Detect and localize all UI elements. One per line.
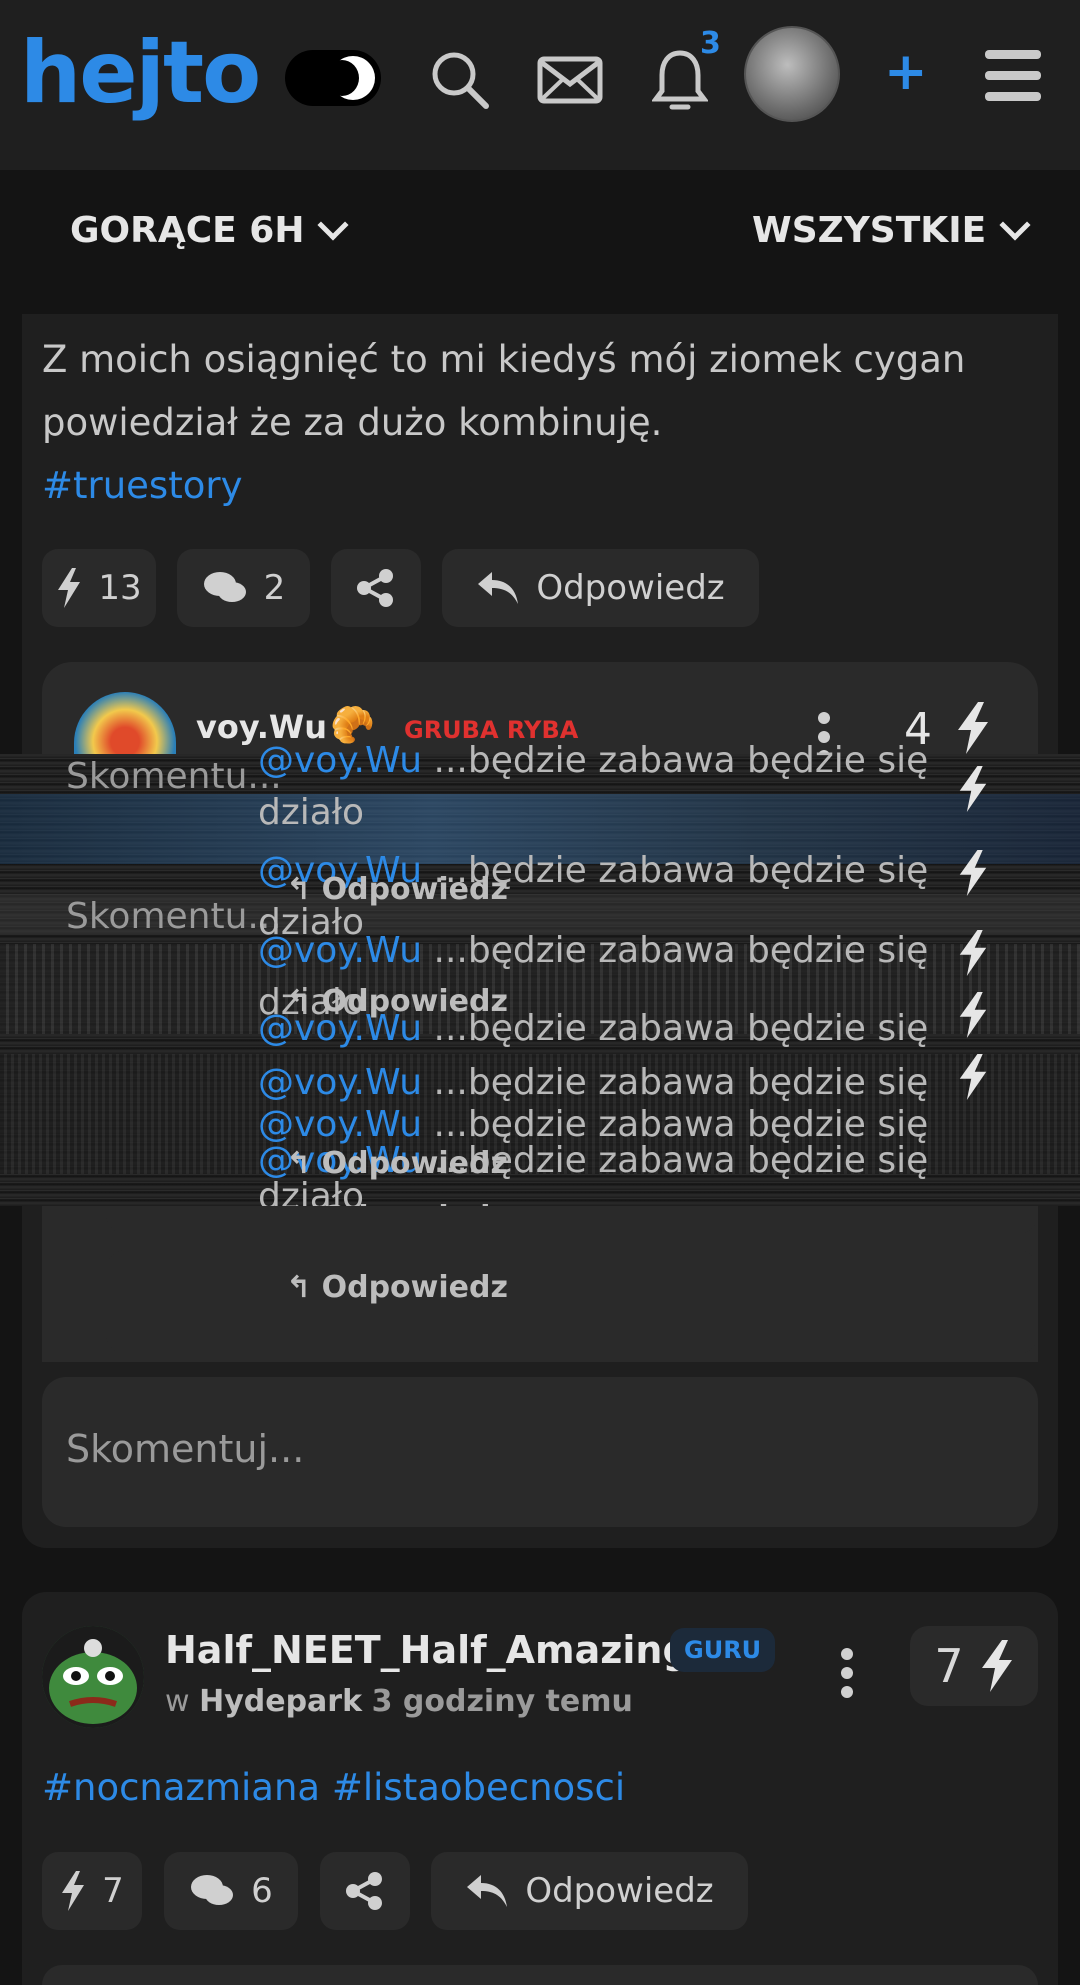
reply-icon	[478, 572, 519, 604]
like-count: 13	[98, 568, 142, 608]
score-value: 7	[934, 1639, 964, 1693]
share-button[interactable]	[320, 1852, 410, 1930]
comment-count: 2	[263, 568, 286, 608]
guru-badge: GURU	[670, 1628, 776, 1672]
reply-button[interactable]: ↰ Odpowiedz	[286, 872, 508, 907]
community-link[interactable]: Hydepark	[199, 1684, 362, 1719]
post-text-line: powiedział że za dużo kombinuję.	[42, 401, 663, 444]
lightning-icon	[981, 1640, 1012, 1692]
comments-icon	[203, 572, 246, 602]
reply-mention[interactable]: @voy.Wu	[258, 1104, 422, 1145]
reply-text: @voy.Wu ...będzie zabawa będzie się	[258, 1062, 928, 1103]
like-button[interactable]: 13	[42, 549, 156, 627]
reply-text: @voy.Wu ...będzie zabawa będzie się	[258, 930, 928, 971]
reply-icon	[467, 1875, 508, 1907]
comment-count: 6	[251, 1871, 273, 1911]
comment-input-placeholder[interactable]: Skomentu...	[66, 896, 282, 937]
chevron-down-icon	[317, 208, 350, 241]
lightning-icon[interactable]	[956, 702, 990, 754]
scope-label: WSZYSTKIE	[752, 210, 987, 251]
lightning-icon[interactable]	[958, 990, 988, 1040]
reply-label: Odpowiedz	[536, 568, 725, 608]
reply-button[interactable]: Odpowiedz	[431, 1852, 748, 1930]
reply-button[interactable]: ↰ Odpowiedz	[286, 984, 508, 1019]
reply-body: ...będzie zabawa będzie się	[433, 1104, 929, 1145]
reply-button[interactable]: Odpowiedz	[442, 549, 759, 627]
post-body: Z moich osiągnięć to mi kiedyś mój ziome…	[42, 328, 1032, 517]
author-name[interactable]: Half_NEET_Half_Amazing	[165, 1628, 690, 1672]
hejto-logo[interactable]: hejto	[20, 28, 261, 118]
sort-dropdown[interactable]: GORĄCE 6H	[70, 208, 350, 251]
reply-body: ...będzie zabawa będzie się	[433, 1062, 929, 1103]
post-hashtag[interactable]: #truestory	[42, 454, 1032, 517]
reply-text: @voy.Wu ...będzie zabawa będzie się	[258, 1104, 928, 1145]
reply-mention[interactable]: @voy.Wu	[258, 740, 422, 781]
nested-reply-panel	[106, 1250, 1038, 1354]
reply-mention[interactable]: @voy.Wu	[258, 930, 422, 971]
chevron-down-icon	[999, 208, 1031, 241]
share-icon	[346, 1872, 382, 1910]
comment-input[interactable]: Skomentuj...	[42, 1377, 1038, 1527]
lightning-icon	[58, 568, 81, 608]
reply-mention[interactable]: @voy.Wu	[258, 1062, 422, 1103]
sort-label: GORĄCE 6H	[70, 210, 305, 251]
menu-icon[interactable]	[985, 50, 1041, 113]
reply-label: Odpowiedz	[321, 1270, 508, 1305]
logo-text: hejto	[20, 23, 261, 123]
reply-label: Odpowiedz	[525, 1871, 714, 1911]
reply-body: ...będzie zabawa będzie się	[433, 930, 929, 971]
post-meta: w Hydepark 3 godziny temu	[165, 1684, 633, 1719]
comments-button[interactable]: 2	[177, 549, 310, 627]
notification-badge: 3	[700, 26, 721, 61]
scope-dropdown[interactable]: WSZYSTKIE	[752, 208, 1031, 251]
more-options-icon[interactable]	[841, 1648, 853, 1705]
comment-thread	[42, 1965, 1038, 1985]
lightning-icon[interactable]	[958, 848, 988, 898]
user-avatar[interactable]	[744, 26, 840, 122]
reply-label: Odpowiedz	[321, 984, 508, 1019]
reply-body: ...będzie zabawa będzie się	[433, 740, 929, 781]
share-button[interactable]	[331, 549, 421, 627]
reply-button[interactable]: ↰ Odpowiedz	[286, 1270, 508, 1305]
add-post-button[interactable]: +	[884, 42, 928, 102]
theme-toggle[interactable]	[285, 50, 381, 106]
lightning-icon[interactable]	[958, 1052, 988, 1102]
reply-label: Odpowiedz	[321, 872, 508, 907]
share-icon	[357, 569, 393, 607]
comment-input-placeholder[interactable]: Skomentu...	[66, 756, 282, 797]
comments-icon	[191, 1875, 234, 1905]
reply-button[interactable]: ↰ Odpowiedz	[286, 1146, 508, 1181]
comments-button[interactable]: 6	[164, 1852, 298, 1930]
post-score[interactable]: 7	[910, 1626, 1038, 1706]
mail-icon[interactable]	[530, 40, 610, 120]
search-icon[interactable]	[420, 40, 500, 120]
nested-reply-panel	[106, 1206, 1038, 1234]
like-count: 7	[102, 1871, 124, 1911]
reply-label: Odpowiedz	[321, 1146, 508, 1181]
lightning-icon[interactable]	[958, 764, 988, 814]
moon-icon	[325, 56, 375, 100]
post-hashtags[interactable]: #nocnazmiana #listaobecnosci	[42, 1756, 1032, 1819]
top-navbar: hejto 3 +	[0, 0, 1080, 170]
comment-input-placeholder: Skomentuj...	[66, 1427, 305, 1471]
reply-text: @voy.Wu ...będzie zabawa będzie się	[258, 740, 928, 781]
author-avatar[interactable]	[42, 1626, 144, 1728]
community-prefix: w	[165, 1684, 190, 1719]
lightning-icon[interactable]	[958, 928, 988, 978]
post-time: 3 godziny temu	[371, 1684, 633, 1719]
reply-text-cont: działo	[258, 792, 365, 833]
post-text-line: Z moich osiągnięć to mi kiedyś mój ziome…	[42, 338, 966, 381]
lightning-icon	[62, 1871, 85, 1911]
like-button[interactable]: 7	[42, 1852, 142, 1930]
